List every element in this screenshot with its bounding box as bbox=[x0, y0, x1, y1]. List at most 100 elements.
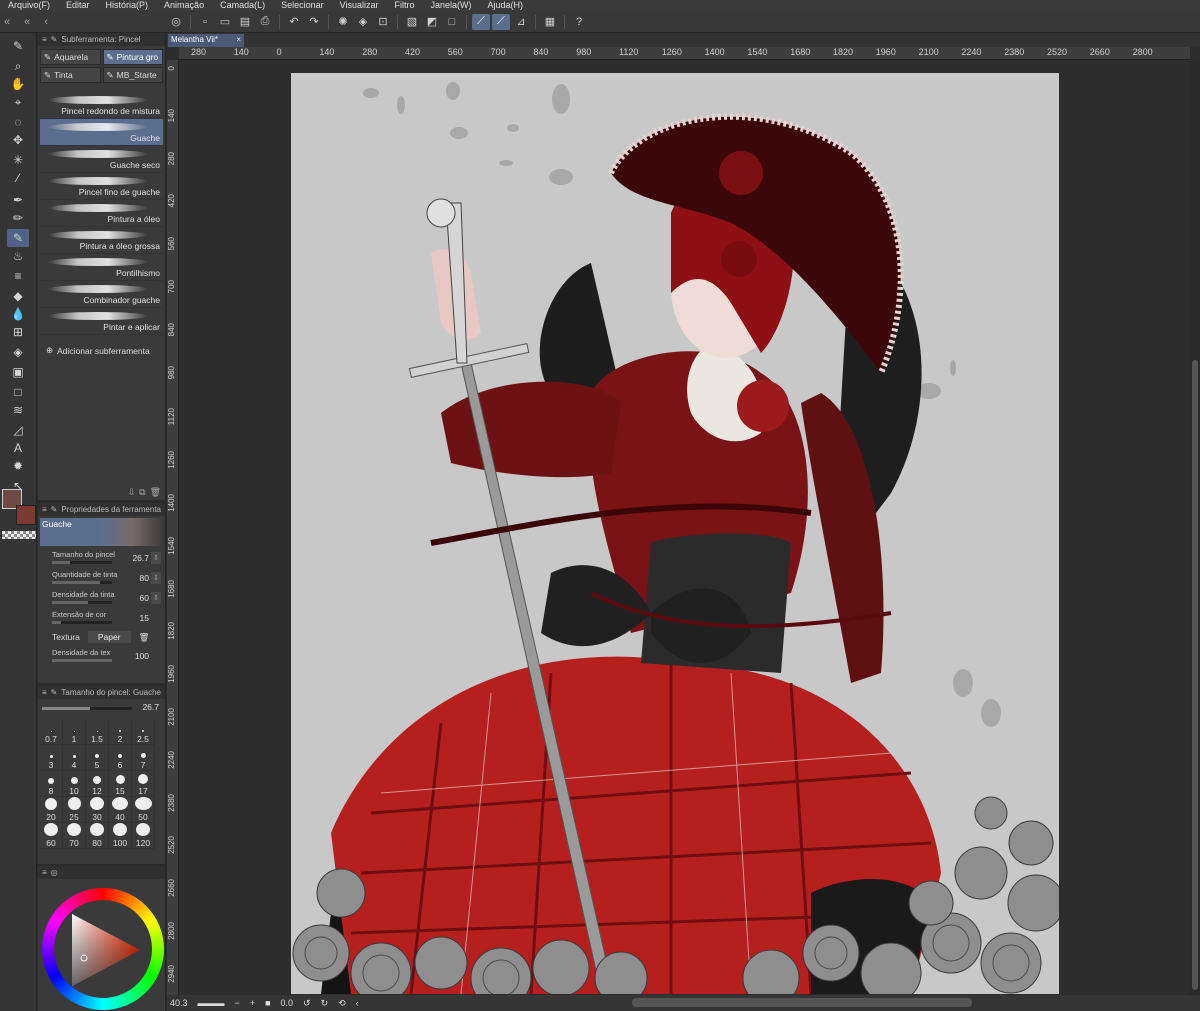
paintbrush-icon[interactable]: ✎ bbox=[7, 229, 29, 247]
brush-size-preset[interactable]: 60 bbox=[40, 823, 63, 849]
print-icon[interactable]: ⎙ bbox=[256, 14, 274, 30]
brush-size-preset[interactable]: 2.5 bbox=[132, 719, 155, 745]
artwork-canvas[interactable] bbox=[291, 73, 1059, 994]
brush-size-preset[interactable]: 0.7 bbox=[40, 719, 63, 745]
figure-icon[interactable]: □ bbox=[7, 383, 29, 401]
brush-size-preset[interactable]: 7 bbox=[132, 745, 155, 771]
flip-icon[interactable]: ‹ bbox=[356, 998, 359, 1008]
property-value[interactable]: 60 bbox=[140, 593, 149, 603]
loading-icon[interactable]: ✺ bbox=[334, 14, 352, 30]
property-slider[interactable] bbox=[52, 561, 112, 564]
collapse-right-icon[interactable]: « bbox=[24, 16, 30, 28]
brush-size-preset[interactable]: 30 bbox=[86, 797, 109, 823]
brush-item[interactable]: Pintar e aplicar bbox=[40, 308, 163, 335]
brush-size-preset[interactable]: 20 bbox=[40, 797, 63, 823]
zoom-in-icon[interactable]: + bbox=[250, 998, 255, 1008]
trash-icon[interactable]: 🗑 bbox=[139, 632, 150, 643]
brush-size-preset[interactable]: 70 bbox=[63, 823, 86, 849]
snap-special-ruler-icon[interactable]: ⟋ bbox=[492, 13, 510, 30]
property-slider[interactable] bbox=[52, 621, 112, 624]
brush-tool-icon[interactable]: ✎ bbox=[7, 37, 29, 55]
airbrush-icon[interactable]: ♨ bbox=[7, 247, 29, 265]
horizontal-scrollbar[interactable] bbox=[632, 998, 972, 1007]
property-slider[interactable] bbox=[52, 659, 112, 662]
rotate-left-icon[interactable]: ↺ bbox=[303, 998, 311, 1009]
brush-size-preset[interactable]: 100 bbox=[109, 823, 132, 849]
menu-help[interactable]: Ajuda(H) bbox=[480, 0, 532, 11]
brush-size-slider[interactable]: 26.7 bbox=[38, 699, 165, 717]
blend-icon[interactable]: 💧 bbox=[7, 305, 29, 323]
redo-icon[interactable]: ↷ bbox=[305, 14, 323, 30]
brush-size-preset[interactable]: 2 bbox=[109, 719, 132, 745]
group-tab-aquarela[interactable]: ✎ Aquarela bbox=[40, 49, 101, 65]
magic-wand-icon[interactable]: ✳ bbox=[7, 151, 29, 169]
fill-bucket-icon[interactable]: ◈ bbox=[7, 343, 29, 361]
brush-size-preset[interactable]: 120 bbox=[132, 823, 155, 849]
brush-size-preset[interactable]: 8 bbox=[40, 771, 63, 797]
brush-size-preset[interactable]: 25 bbox=[63, 797, 86, 823]
menu-select[interactable]: Selecionar bbox=[273, 0, 332, 11]
trash-icon[interactable]: 🗑 bbox=[150, 487, 161, 498]
zoom-slider-icon[interactable]: ▬▬▬ bbox=[198, 998, 225, 1008]
settings-icon[interactable]: ▦ bbox=[541, 14, 559, 30]
open-file-icon[interactable]: ▭ bbox=[216, 14, 234, 30]
texture-select[interactable]: Paper bbox=[87, 631, 131, 643]
transform-icon[interactable]: ⊡ bbox=[374, 14, 392, 30]
menu-view[interactable]: Visualizar bbox=[332, 0, 387, 11]
pen-icon[interactable]: ✒ bbox=[7, 191, 29, 209]
menu-icon[interactable]: ≡ bbox=[42, 505, 47, 514]
brush-size-preset[interactable]: 80 bbox=[86, 823, 109, 849]
pressure-icon[interactable]: ⇩ bbox=[151, 552, 161, 564]
group-tab-pintura[interactable]: ✎ Pintura gro bbox=[102, 49, 163, 65]
document-tab[interactable]: Melantha Vii* × bbox=[168, 34, 244, 47]
brush-size-preset[interactable]: 5 bbox=[86, 745, 109, 771]
zoom-value[interactable]: 40.3 bbox=[170, 998, 188, 1008]
menu-window[interactable]: Janela(W) bbox=[423, 0, 480, 11]
brush-size-preset[interactable]: 50 bbox=[132, 797, 155, 823]
property-slider[interactable] bbox=[52, 601, 112, 604]
brush-size-preset[interactable]: 1 bbox=[63, 719, 86, 745]
sub-color-swatch[interactable] bbox=[16, 505, 36, 525]
brush-size-preset[interactable]: 12 bbox=[86, 771, 109, 797]
menu-animation[interactable]: Animação bbox=[156, 0, 212, 11]
lasso-icon[interactable]: ◌ bbox=[7, 113, 29, 131]
brush-size-preset[interactable]: 6 bbox=[109, 745, 132, 771]
undo-icon[interactable]: ↶ bbox=[285, 14, 303, 30]
save-icon[interactable]: ▤ bbox=[236, 14, 254, 30]
brush-item[interactable]: Pincel redondo de mistura bbox=[40, 92, 163, 119]
frame-border-icon[interactable]: ≋ bbox=[7, 401, 29, 419]
property-value[interactable]: 100 bbox=[135, 651, 149, 661]
zoom-out-icon[interactable]: − bbox=[235, 998, 240, 1008]
brush-size-preset[interactable]: 3 bbox=[40, 745, 63, 771]
brush-item[interactable]: Guache bbox=[40, 119, 163, 146]
menu-file[interactable]: Arquivo(F) bbox=[0, 0, 58, 11]
vertical-scrollbar[interactable] bbox=[1190, 60, 1200, 995]
help-icon[interactable]: ? bbox=[570, 14, 588, 30]
property-value[interactable]: 26.7 bbox=[132, 553, 149, 563]
group-tab-tinta[interactable]: ✎ Tinta bbox=[40, 67, 101, 83]
balloon-icon[interactable]: ✹ bbox=[7, 457, 29, 475]
pressure-icon[interactable]: ⇩ bbox=[151, 572, 161, 584]
rotate-right-icon[interactable]: ↻ bbox=[321, 998, 329, 1009]
hue-ring[interactable] bbox=[42, 888, 164, 1010]
fit-icon[interactable]: ■ bbox=[265, 998, 270, 1008]
add-subtool-button[interactable]: ⊕ Adicionar subferramenta bbox=[46, 345, 165, 356]
brush-size-preset[interactable]: 4 bbox=[63, 745, 86, 771]
eraser-icon[interactable]: ◆ bbox=[7, 287, 29, 305]
menu-filter[interactable]: Filtro bbox=[387, 0, 423, 11]
menu-layer[interactable]: Camada(L) bbox=[212, 0, 273, 11]
move-layer-icon[interactable]: ✥ bbox=[7, 131, 29, 149]
menu-icon[interactable]: ≡ bbox=[42, 868, 47, 877]
brush-size-preset[interactable]: 1.5 bbox=[86, 719, 109, 745]
group-tab-mb-starter[interactable]: ✎ MB_Starte bbox=[102, 67, 163, 83]
brush-item[interactable]: Pontilhismo bbox=[40, 254, 163, 281]
show-selection-icon[interactable]: □ bbox=[443, 14, 461, 30]
brush-size-preset[interactable]: 15 bbox=[109, 771, 132, 797]
collapse-left-icon[interactable]: « bbox=[4, 16, 10, 28]
deselect-icon[interactable]: ▧ bbox=[403, 14, 421, 30]
reset-rotation-icon[interactable]: ⟲ bbox=[338, 998, 346, 1009]
hand-icon[interactable]: ✋ bbox=[7, 75, 29, 93]
scroll-thumb[interactable] bbox=[1192, 360, 1198, 990]
menu-story[interactable]: História(P) bbox=[98, 0, 157, 11]
invert-selection-icon[interactable]: ◩ bbox=[423, 14, 441, 30]
